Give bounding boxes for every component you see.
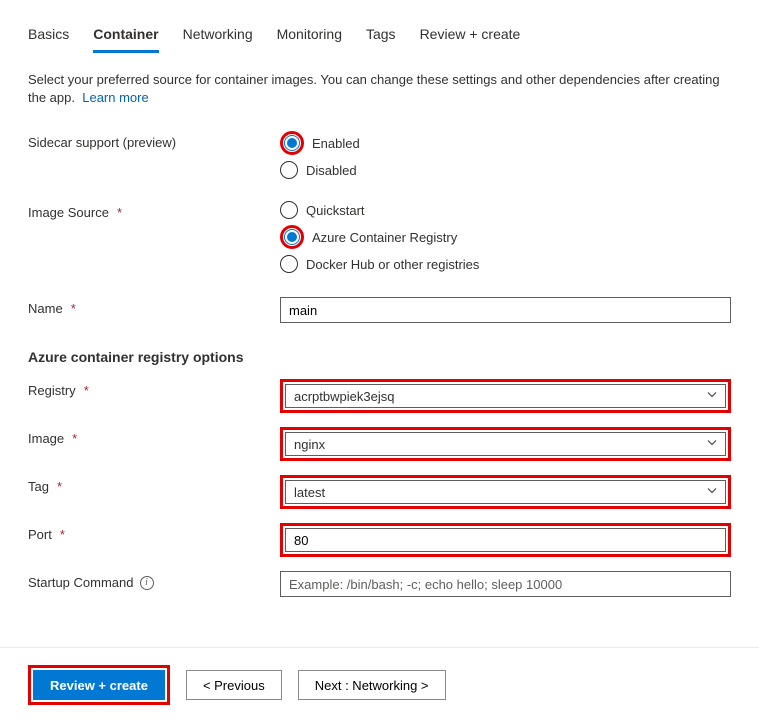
review-create-button[interactable]: Review + create <box>33 670 165 700</box>
tab-monitoring[interactable]: Monitoring <box>277 20 342 53</box>
footer-bar: Review + create < Previous Next : Networ… <box>28 647 731 705</box>
label-startup: Startup Command i <box>28 571 280 590</box>
radio-icon <box>284 229 300 245</box>
radio-icon <box>280 255 298 273</box>
radio-sidecar-enabled[interactable]: Enabled <box>280 131 731 155</box>
highlight-box: nginx <box>280 427 731 461</box>
radio-source-quickstart[interactable]: Quickstart <box>280 201 731 219</box>
radio-label: Azure Container Registry <box>312 230 457 245</box>
highlight-ring <box>280 225 304 249</box>
description-text: Select your preferred source for contain… <box>28 71 731 107</box>
label-tag: Tag* <box>28 475 280 494</box>
radio-label: Quickstart <box>306 203 365 218</box>
tab-networking[interactable]: Networking <box>183 20 253 53</box>
tab-review[interactable]: Review + create <box>420 20 521 53</box>
startup-command-input[interactable] <box>280 571 731 597</box>
radio-sidecar-disabled[interactable]: Disabled <box>280 161 731 179</box>
radio-source-acr[interactable]: Azure Container Registry <box>280 225 731 249</box>
tab-container[interactable]: Container <box>93 20 158 53</box>
highlight-ring <box>280 131 304 155</box>
tab-bar: Basics Container Networking Monitoring T… <box>28 20 731 53</box>
name-input[interactable] <box>280 297 731 323</box>
highlight-box: latest <box>280 475 731 509</box>
highlight-box <box>280 523 731 557</box>
radio-icon <box>280 161 298 179</box>
previous-button[interactable]: < Previous <box>186 670 282 700</box>
tab-basics[interactable]: Basics <box>28 20 69 53</box>
radio-label: Disabled <box>306 163 357 178</box>
radio-icon <box>284 135 300 151</box>
info-icon[interactable]: i <box>140 576 154 590</box>
radio-icon <box>280 201 298 219</box>
image-select[interactable]: nginx <box>285 432 726 456</box>
section-heading-acr: Azure container registry options <box>28 349 731 365</box>
highlight-box: acrptbwpiek3ejsq <box>280 379 731 413</box>
radio-source-docker[interactable]: Docker Hub or other registries <box>280 255 731 273</box>
port-input[interactable] <box>285 528 726 552</box>
label-name: Name* <box>28 297 280 316</box>
highlight-box: Review + create <box>28 665 170 705</box>
label-registry: Registry* <box>28 379 280 398</box>
select-value: nginx <box>294 437 325 452</box>
tab-tags[interactable]: Tags <box>366 20 396 53</box>
radio-label: Docker Hub or other registries <box>306 257 479 272</box>
learn-more-link[interactable]: Learn more <box>82 90 148 105</box>
label-image-source: Image Source* <box>28 201 280 220</box>
label-port: Port* <box>28 523 280 542</box>
radio-label: Enabled <box>312 136 360 151</box>
registry-select[interactable]: acrptbwpiek3ejsq <box>285 384 726 408</box>
label-image: Image* <box>28 427 280 446</box>
next-button[interactable]: Next : Networking > <box>298 670 446 700</box>
label-sidecar: Sidecar support (preview) <box>28 131 280 150</box>
select-value: latest <box>294 485 325 500</box>
tag-select[interactable]: latest <box>285 480 726 504</box>
select-value: acrptbwpiek3ejsq <box>294 389 394 404</box>
